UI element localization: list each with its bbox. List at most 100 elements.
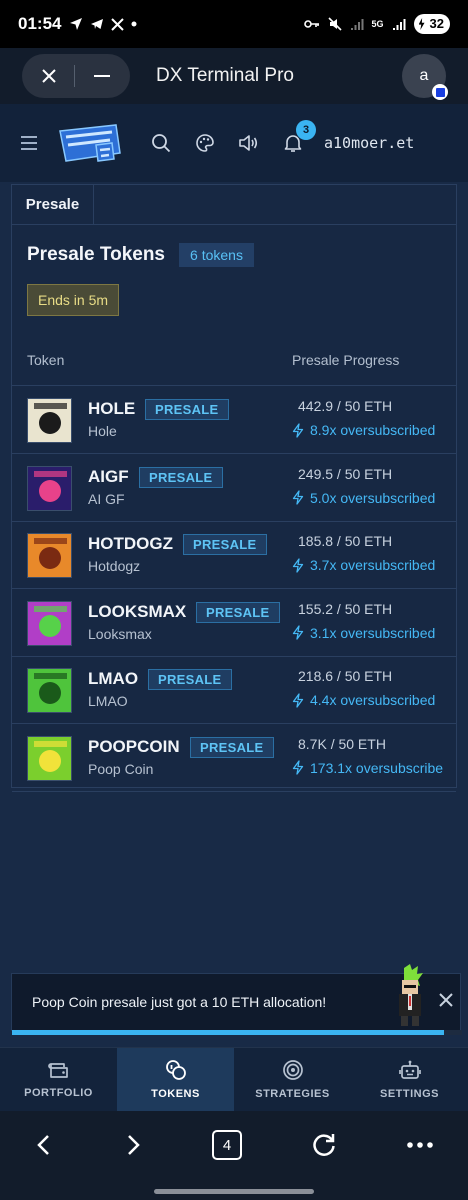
notifications-button[interactable]: 3 [282, 120, 316, 154]
nav-portfolio[interactable]: PORTFOLIO [0, 1048, 117, 1111]
oversubscribed-label: 8.9x oversubscribed [310, 422, 436, 438]
token-symbol[interactable]: HOTDOGZ [88, 534, 173, 554]
presale-raised-amount: 155.2 / 50 ETH [298, 600, 393, 617]
tab-count-button[interactable]: 4 [211, 1130, 242, 1160]
token-symbol[interactable]: POOPCOIN [88, 737, 180, 757]
token-image-icon [28, 534, 71, 577]
token-image-icon [28, 399, 71, 442]
notification-count-badge: 3 [296, 120, 316, 140]
token-symbol[interactable]: LMAO [88, 669, 138, 689]
status-time: 01:54 [18, 14, 62, 33]
token-name: LMAO [88, 693, 128, 709]
token-thumbnail [27, 668, 72, 713]
token-image-icon [28, 669, 71, 712]
presale-raised-amount: 218.6 / 50 ETH [298, 668, 393, 684]
more-options-icon[interactable] [406, 1141, 434, 1149]
section-heading-row: Presale Tokens 6 tokens [27, 243, 254, 267]
signal-icon [350, 19, 364, 30]
table-row[interactable]: HOTDOGZ PRESALE Hotdogz 185.8 / 50 ETH 3.7x … [12, 522, 456, 589]
toast-progress-bar [12, 1030, 462, 1035]
presale-badge: PRESALE [183, 534, 267, 555]
sound-button[interactable] [238, 132, 260, 154]
target-icon [282, 1060, 303, 1080]
search-icon [152, 134, 171, 153]
token-thumbnail [27, 398, 72, 443]
nav-strategies-label: STRATEGIES [255, 1088, 330, 1100]
presale-raised-amount: 249.5 / 50 ETH [298, 465, 393, 482]
token-image-icon [28, 736, 71, 780]
oversubscribed-label: 4.4x oversubscribed [310, 692, 436, 708]
token-symbol[interactable]: HOLE [88, 399, 135, 419]
token-count-badge: 6 tokens [179, 243, 254, 267]
table-row[interactable]: AIGF PRESALE AI GF 249.5 / 50 ETH 5.0x overs… [12, 455, 456, 522]
close-icon[interactable] [436, 990, 456, 1010]
browser-page-title: DX Terminal Pro [156, 65, 294, 86]
column-header-progress: Presale Progress [292, 351, 400, 368]
dx-terminal-logo[interactable] [56, 123, 122, 163]
main-content: Presale Presale Tokens 6 tokens Ends in … [0, 182, 468, 1047]
token-name: Looksmax [88, 625, 152, 642]
dot-icon [131, 21, 137, 27]
oversubscribed-label: 3.1x oversubscribed [310, 624, 436, 641]
nav-tokens[interactable]: TOKENS [117, 1048, 234, 1111]
table-row[interactable]: POOPCOIN PRESALE Poop Coin 8.7K / 50 ETH 173… [12, 725, 456, 792]
navigation-icon [70, 18, 83, 30]
nav-strategies[interactable]: STRATEGIES [234, 1048, 351, 1111]
token-symbol[interactable]: LOOKSMAX [88, 602, 186, 622]
token-symbol[interactable]: AIGF [88, 467, 129, 487]
divider [74, 65, 76, 87]
browser-tab-controls [22, 54, 130, 98]
status-bar: 01:54 5G 32 [0, 0, 468, 48]
page-title: Presale Tokens [27, 244, 166, 265]
oversubscribed-status: 3.7x oversubscribed [292, 557, 435, 573]
mute-icon [327, 17, 342, 31]
token-image-icon [28, 601, 71, 645]
token-thumbnail [27, 465, 72, 511]
lightning-icon [292, 692, 304, 708]
oversubscribed-label: 3.7x oversubscribed [310, 557, 436, 573]
back-icon[interactable] [34, 1133, 54, 1157]
nav-settings[interactable]: SETTINGS [351, 1048, 468, 1111]
menu-icon[interactable] [20, 136, 38, 150]
account-avatar-button[interactable]: a [402, 54, 448, 100]
volume-icon [239, 135, 258, 151]
home-indicator[interactable] [154, 1189, 314, 1194]
palette-icon [196, 134, 214, 152]
presale-badge: PRESALE [145, 399, 229, 420]
presale-badge: PRESALE [139, 466, 223, 488]
telegram-icon [91, 19, 104, 29]
toast-progress-fill [12, 1030, 444, 1035]
table-row[interactable]: LOOKSMAX PRESALE Looksmax 155.2 / 50 ETH 3.1… [12, 590, 456, 657]
close-icon[interactable] [41, 68, 57, 84]
nav-portfolio-label: PORTFOLIO [24, 1087, 93, 1099]
column-header-token: Token [27, 351, 65, 368]
reload-icon[interactable] [311, 1132, 337, 1158]
oversubscribed-status: 8.9x oversubscribed [292, 422, 435, 438]
token-name: Hole [88, 423, 117, 439]
table-row[interactable]: HOLE PRESALE Hole 442.9 / 50 ETH 8.9x oversu… [12, 387, 456, 454]
username-button[interactable]: a10moer.et [324, 134, 414, 152]
token-name: Poop Coin [88, 760, 154, 777]
oversubscribed-label: 5.0x oversubscribed [310, 489, 436, 506]
ends-timer-badge: Ends in 5m [27, 284, 120, 316]
token-name: Hotdogz [88, 558, 141, 574]
browser-nav-controls: 4 [0, 1123, 468, 1167]
minimize-icon[interactable] [93, 74, 111, 78]
token-name: AI GF [88, 490, 125, 507]
presale-raised-amount: 8.7K / 50 ETH [298, 735, 386, 752]
coins-icon [165, 1060, 186, 1080]
search-button[interactable] [150, 132, 172, 154]
panel-tabs: Presale [12, 185, 456, 225]
browser-toolbar: DX Terminal Pro a [0, 48, 468, 104]
avatar-letter: a [419, 67, 429, 84]
presale-panel: Presale Presale Tokens 6 tokens Ends in … [11, 184, 457, 792]
oversubscribed-status: 3.1x oversubscribed [292, 625, 435, 641]
theme-button[interactable] [194, 132, 216, 154]
forward-icon[interactable] [123, 1133, 143, 1157]
table-row[interactable]: LMAO PRESALE LMAO 218.6 / 50 ETH 4.4x oversu… [12, 657, 456, 724]
status-system-icons: 5G 32 [303, 14, 450, 34]
oversubscribed-status: 4.4x oversubscribed [292, 692, 435, 708]
tab-presale[interactable]: Presale [12, 185, 94, 224]
x-logo-icon [111, 17, 125, 31]
app-header: 3 a10moer.et [0, 104, 468, 182]
